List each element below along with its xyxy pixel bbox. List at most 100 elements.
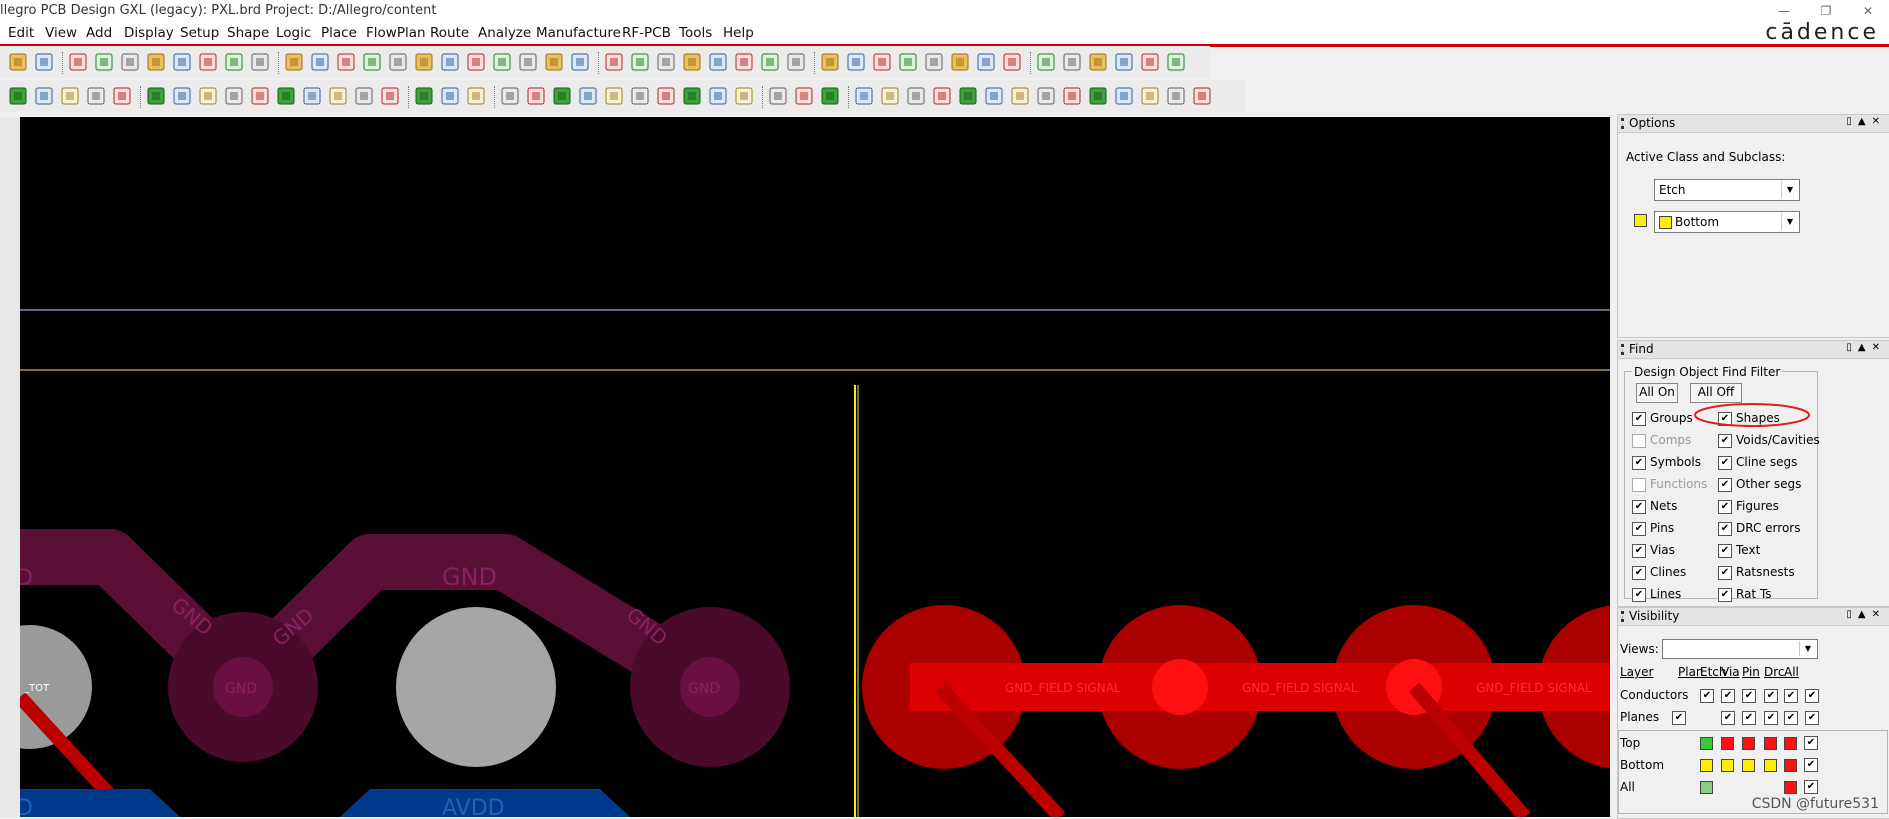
toolbar-tool-icon[interactable] — [198, 52, 218, 72]
menu-display[interactable]: Display — [124, 25, 174, 41]
menu-rf-pcb[interactable]: RF-PCB — [622, 25, 671, 41]
toolbar-tool-icon[interactable] — [518, 52, 538, 72]
toolbar-tool-icon[interactable] — [1166, 52, 1186, 72]
layer-color-swatch[interactable] — [1742, 759, 1755, 772]
toolbar-tool-icon[interactable] — [120, 52, 140, 72]
toolbar-tool-icon[interactable] — [172, 86, 192, 106]
toolbar-tool-icon[interactable] — [950, 52, 970, 72]
toolbar-tool-icon[interactable] — [8, 52, 28, 72]
layer-color-swatch[interactable] — [1700, 781, 1713, 794]
toolbar-tool-icon[interactable] — [224, 86, 244, 106]
visibility-checkbox[interactable]: ✔ — [1804, 758, 1818, 772]
grip-icon[interactable] — [1621, 611, 1627, 622]
toolbar-tool-icon[interactable] — [734, 52, 754, 72]
visibility-checkbox[interactable]: ✔ — [1784, 711, 1798, 725]
pcb-canvas[interactable]: D GND GND GND GND _TOT GND GND GND_FIELD… — [20, 117, 1610, 817]
toolbar-tool-icon[interactable] — [466, 52, 486, 72]
toolbar-tool-icon[interactable] — [734, 86, 754, 106]
visibility-checkbox[interactable]: ✔ — [1804, 780, 1818, 794]
left-checkbox[interactable]: ✔ — [1632, 566, 1646, 580]
all-off-button[interactable]: All Off — [1690, 383, 1742, 403]
toolbar-tool-icon[interactable] — [1088, 52, 1108, 72]
left-checkbox[interactable]: ✔ — [1632, 588, 1646, 602]
visibility-checkbox[interactable]: ✔ — [1721, 711, 1735, 725]
visibility-checkbox[interactable]: ✔ — [1742, 711, 1756, 725]
toolbar-tool-icon[interactable] — [1114, 52, 1134, 72]
toolbar-tool-icon[interactable] — [1192, 86, 1212, 106]
toolbar-tool-icon[interactable] — [984, 86, 1004, 106]
minimize-button[interactable]: — — [1763, 0, 1805, 22]
toolbar-tool-icon[interactable] — [276, 86, 296, 106]
toolbar-tool-icon[interactable] — [898, 52, 918, 72]
visibility-checkbox[interactable]: ✔ — [1804, 736, 1818, 750]
toolbar-tool-icon[interactable] — [1166, 86, 1186, 106]
toolbar-tool-icon[interactable] — [656, 86, 676, 106]
toolbar-tool-icon[interactable] — [198, 86, 218, 106]
toolbar-tool-icon[interactable] — [380, 86, 400, 106]
menu-add[interactable]: Add — [86, 25, 112, 41]
toolbar-tool-icon[interactable] — [604, 52, 624, 72]
left-checkbox[interactable]: ✔ — [1632, 412, 1646, 426]
toolbar-tool-icon[interactable] — [302, 86, 322, 106]
toolbar-tool-icon[interactable] — [794, 86, 814, 106]
panel-pin-max-close-icons[interactable]: ▯▲✕ — [1846, 609, 1886, 620]
visibility-checkbox[interactable]: ✔ — [1700, 689, 1714, 703]
toolbar-tool-icon[interactable] — [440, 86, 460, 106]
toolbar-tool-icon[interactable] — [354, 86, 374, 106]
toolbar-tool-icon[interactable] — [336, 52, 356, 72]
toolbar-tool-icon[interactable] — [906, 86, 926, 106]
toolbar-tool-icon[interactable] — [656, 52, 676, 72]
grip-icon[interactable] — [1621, 344, 1627, 355]
visibility-checkbox[interactable]: ✔ — [1764, 711, 1778, 725]
toolbar-tool-icon[interactable] — [1036, 86, 1056, 106]
toolbar-tool-icon[interactable] — [492, 52, 512, 72]
layer-color-swatch[interactable] — [1784, 781, 1797, 794]
toolbar-tool-icon[interactable] — [388, 52, 408, 72]
toolbar-tool-icon[interactable] — [1088, 86, 1108, 106]
toolbar-tool-icon[interactable] — [932, 86, 952, 106]
layer-color-swatch[interactable] — [1784, 759, 1797, 772]
menu-tools[interactable]: Tools — [679, 25, 712, 41]
layer-color-swatch[interactable] — [1721, 737, 1734, 750]
toolbar-tool-icon[interactable] — [250, 86, 270, 106]
toolbar-tool-icon[interactable] — [544, 52, 564, 72]
right-checkbox[interactable]: ✔ — [1718, 544, 1732, 558]
menu-edit[interactable]: Edit — [8, 25, 34, 41]
toolbar-tool-icon[interactable] — [1036, 52, 1056, 72]
close-window-button[interactable]: ✕ — [1847, 0, 1889, 22]
left-checkbox[interactable]: ✔ — [1632, 522, 1646, 536]
toolbar-tool-icon[interactable] — [500, 86, 520, 106]
toolbar-tool-icon[interactable] — [34, 52, 54, 72]
toolbar-tool-icon[interactable] — [284, 52, 304, 72]
left-checkbox[interactable] — [1632, 478, 1646, 492]
toolbar-tool-icon[interactable] — [526, 86, 546, 106]
layer-color-swatch[interactable] — [1700, 759, 1713, 772]
toolbar-tool-icon[interactable] — [820, 86, 840, 106]
toolbar-tool-icon[interactable] — [630, 52, 650, 72]
toolbar-tool-icon[interactable] — [224, 52, 244, 72]
toolbar-tool-icon[interactable] — [94, 52, 114, 72]
toolbar-tool-icon[interactable] — [630, 86, 650, 106]
toolbar-tool-icon[interactable] — [708, 52, 728, 72]
toolbar-tool-icon[interactable] — [872, 52, 892, 72]
toolbar-tool-icon[interactable] — [112, 86, 132, 106]
menu-shape[interactable]: Shape — [227, 25, 269, 41]
toolbar-tool-icon[interactable] — [604, 86, 624, 106]
menu-place[interactable]: Place — [321, 25, 357, 41]
toolbar-tool-icon[interactable] — [8, 86, 28, 106]
restore-button[interactable]: ❐ — [1805, 0, 1847, 22]
menu-flowplan[interactable]: FlowPlan — [366, 25, 426, 41]
toolbar-tool-icon[interactable] — [1140, 52, 1160, 72]
toolbar-tool-icon[interactable] — [414, 86, 434, 106]
toolbar-tool-icon[interactable] — [172, 52, 192, 72]
toolbar-tool-icon[interactable] — [708, 86, 728, 106]
panel-pin-max-close-icons[interactable]: ▯▲✕ — [1846, 116, 1886, 127]
left-checkbox[interactable]: ✔ — [1632, 544, 1646, 558]
visibility-checkbox[interactable]: ✔ — [1672, 711, 1686, 725]
menu-analyze[interactable]: Analyze — [478, 25, 531, 41]
toolbar-tool-icon[interactable] — [880, 86, 900, 106]
toolbar-tool-icon[interactable] — [976, 52, 996, 72]
right-checkbox[interactable]: ✔ — [1718, 478, 1732, 492]
toolbar-tool-icon[interactable] — [86, 86, 106, 106]
toolbar-tool-icon[interactable] — [1062, 86, 1082, 106]
